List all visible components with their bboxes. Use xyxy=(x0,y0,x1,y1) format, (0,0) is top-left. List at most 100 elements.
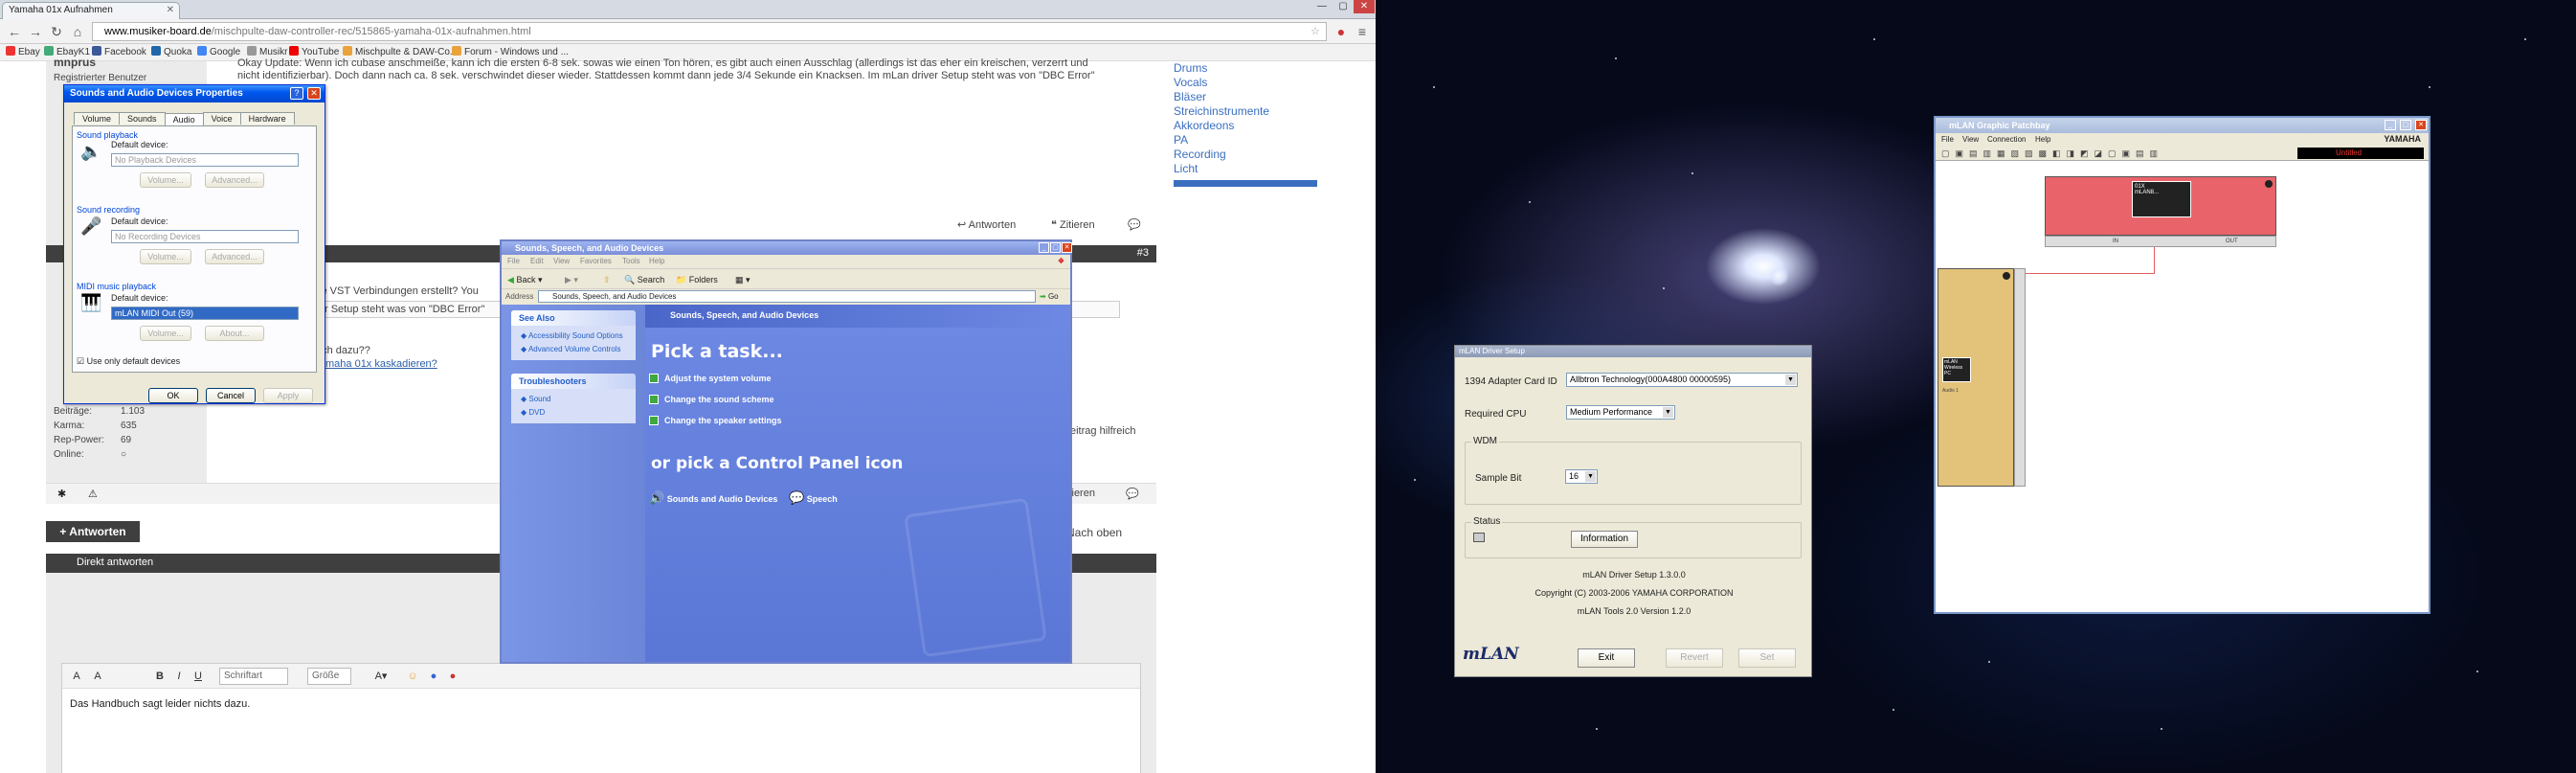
close-window-icon[interactable]: ✕ xyxy=(1354,0,1375,13)
recording-device-select[interactable]: No Recording Devices xyxy=(111,230,299,243)
multiquote-icon[interactable]: 💬 xyxy=(1128,218,1141,231)
menu-icon[interactable]: ≡ xyxy=(1354,23,1371,40)
tab-volume[interactable]: Volume xyxy=(74,112,121,125)
up-folder-icon[interactable]: ⇧ xyxy=(603,269,611,290)
task-link[interactable]: Adjust the system volume xyxy=(649,374,772,383)
volume-button[interactable]: Volume... xyxy=(140,326,191,341)
forward-icon[interactable]: → xyxy=(27,23,44,40)
troubleshooter-link[interactable]: ◆ DVD xyxy=(521,408,545,417)
midi-device-select[interactable]: mLAN MIDI Out (59) xyxy=(111,307,299,320)
nav-link[interactable]: Streichinstrumente xyxy=(1174,104,1317,119)
cpu-select[interactable]: Medium Performance ▼ xyxy=(1566,405,1675,420)
address-field[interactable]: Sounds, Speech, and Audio Devices xyxy=(538,290,1036,303)
tab-hardware[interactable]: Hardware xyxy=(239,112,295,125)
address-bar[interactable]: www.musiker-board.de/mischpulte-daw-cont… xyxy=(92,22,1327,41)
bookmark-item[interactable]: Facebook xyxy=(92,44,146,61)
extension-icon[interactable]: ● xyxy=(1333,23,1350,40)
nav-link[interactable]: Recording xyxy=(1174,148,1317,162)
bold-button[interactable]: B xyxy=(152,668,168,685)
close-icon[interactable]: ✕ xyxy=(1062,242,1072,253)
patch-canvas[interactable]: 01X mLAN8... IN OUT mLAN Wireless PC Audi… xyxy=(1936,161,2429,612)
folders-button[interactable]: 📁 Folders xyxy=(676,269,718,290)
nav-link[interactable]: Vocals xyxy=(1174,76,1317,90)
tab-sounds[interactable]: Sounds xyxy=(119,112,166,125)
go-button[interactable]: ➡ Go xyxy=(1040,289,1059,305)
text-color-icon[interactable]: A▾ xyxy=(369,668,393,685)
italic-button[interactable]: I xyxy=(171,668,187,685)
minimize-icon[interactable]: — xyxy=(1311,0,1333,13)
menu-help[interactable]: Help xyxy=(649,255,664,268)
menu-view[interactable]: View xyxy=(1962,133,1979,146)
tab-voice[interactable]: Voice xyxy=(202,112,241,125)
menu-connection[interactable]: Connection xyxy=(1987,133,2026,146)
adapter-select[interactable]: Allbtron Technology(000A4800 00000595) ▼ xyxy=(1566,373,1798,387)
thread-link[interactable]: maha 01x kaskadieren? xyxy=(325,358,437,370)
unlink-icon[interactable]: ● xyxy=(445,668,460,685)
control-panel-icon[interactable]: 💬 Speech xyxy=(789,490,838,506)
playback-device-select[interactable]: No Playback Devices xyxy=(111,153,299,167)
set-button[interactable]: Set xyxy=(1738,648,1796,668)
star-icon[interactable]: ✱ xyxy=(57,488,66,500)
maximize-icon[interactable]: ▢ xyxy=(1050,242,1061,253)
back-icon[interactable]: ← xyxy=(6,23,23,40)
ok-button[interactable]: OK xyxy=(148,388,198,403)
quote-link[interactable]: ❝ Zitieren xyxy=(1051,218,1095,231)
minimize-icon[interactable]: _ xyxy=(1039,242,1049,253)
browser-tab[interactable]: Yamaha 01x Aufnahmen ✕ xyxy=(2,2,180,19)
close-icon[interactable]: ✕ xyxy=(2415,120,2427,130)
use-default-checkbox[interactable]: ☑ Use only default devices xyxy=(77,356,180,367)
nav-link[interactable]: PA xyxy=(1174,133,1317,148)
toolbar-icons[interactable]: ▢▣▤▥▦▧▨▩◧◨◩◪▢▣▤▥ xyxy=(1941,148,2163,159)
see-also-link[interactable]: ◆ Accessibility Sound Options xyxy=(521,331,623,340)
about-button[interactable]: About... xyxy=(205,326,264,341)
menu-help[interactable]: Help xyxy=(2035,133,2050,146)
menu-favorites[interactable]: Favorites xyxy=(580,255,612,268)
bookmark-item[interactable]: Google xyxy=(197,44,240,61)
underline-button[interactable]: U xyxy=(190,668,206,685)
star-icon[interactable]: ☆ xyxy=(1310,23,1320,40)
menu-tools[interactable]: Tools xyxy=(622,255,640,268)
multiquote-icon[interactable]: 💬 xyxy=(1126,488,1139,500)
minimize-icon[interactable]: _ xyxy=(2385,120,2396,130)
back-button[interactable]: ◀ Back ▾ xyxy=(507,269,542,290)
smiley-icon[interactable]: ☺ xyxy=(405,668,420,685)
exit-button[interactable]: Exit xyxy=(1578,648,1635,668)
see-also-link[interactable]: ◆ Advanced Volume Controls xyxy=(521,345,620,353)
reload-icon[interactable]: ↻ xyxy=(48,23,65,40)
advanced-button[interactable]: Advanced... xyxy=(205,172,264,188)
maximize-icon[interactable]: ▢ xyxy=(1333,0,1354,13)
apply-button[interactable]: Apply xyxy=(263,388,313,403)
maximize-icon[interactable]: ▢ xyxy=(2400,120,2411,130)
device-01x[interactable]: 01X mLAN8... xyxy=(2045,176,2276,236)
help-icon[interactable]: ? xyxy=(290,87,303,100)
volume-button[interactable]: Volume... xyxy=(140,249,191,264)
menu-view[interactable]: View xyxy=(553,255,570,268)
post-number[interactable]: #3 xyxy=(1137,247,1149,259)
volume-button[interactable]: Volume... xyxy=(140,172,191,188)
close-tab-icon[interactable]: ✕ xyxy=(167,3,174,18)
format-icon[interactable]: A xyxy=(89,668,106,685)
nav-link[interactable]: Akkordeons xyxy=(1174,119,1317,133)
views-icon[interactable]: ▦ ▾ xyxy=(735,269,750,290)
control-panel-icon[interactable]: 🔊 Sounds and Audio Devices xyxy=(649,490,777,506)
device-mlan-wireless[interactable]: mLAN Wireless PC Audio 1 xyxy=(1938,268,2014,487)
bookmark-item[interactable]: Quoka xyxy=(151,44,191,61)
new-reply-button[interactable]: + Antworten xyxy=(46,521,140,542)
close-icon[interactable]: ✕ xyxy=(307,87,321,100)
font-size-select[interactable]: Größe xyxy=(307,668,351,685)
sample-bit-select[interactable]: 16 ▼ xyxy=(1565,469,1598,484)
advanced-button[interactable]: Advanced... xyxy=(205,249,264,264)
menu-file[interactable]: File xyxy=(1941,133,1954,146)
nav-link[interactable]: Drums xyxy=(1174,61,1317,76)
task-link[interactable]: Change the speaker settings xyxy=(649,416,782,425)
troubleshooter-link[interactable]: ◆ Sound xyxy=(521,395,551,403)
nav-link[interactable]: Bläser xyxy=(1174,90,1317,104)
next-link[interactable]: Nach oben xyxy=(1066,526,1122,539)
reply-editor[interactable]: A A B I U Schriftart Größe A▾ ☺ ● ● Das … xyxy=(61,663,1141,773)
task-link[interactable]: Change the sound scheme xyxy=(649,395,774,404)
font-family-select[interactable]: Schriftart xyxy=(219,668,288,685)
information-button[interactable]: Information xyxy=(1571,531,1638,548)
menu-file[interactable]: File xyxy=(507,255,520,268)
menu-edit[interactable]: Edit xyxy=(530,255,544,268)
link-icon[interactable]: ● xyxy=(426,668,441,685)
